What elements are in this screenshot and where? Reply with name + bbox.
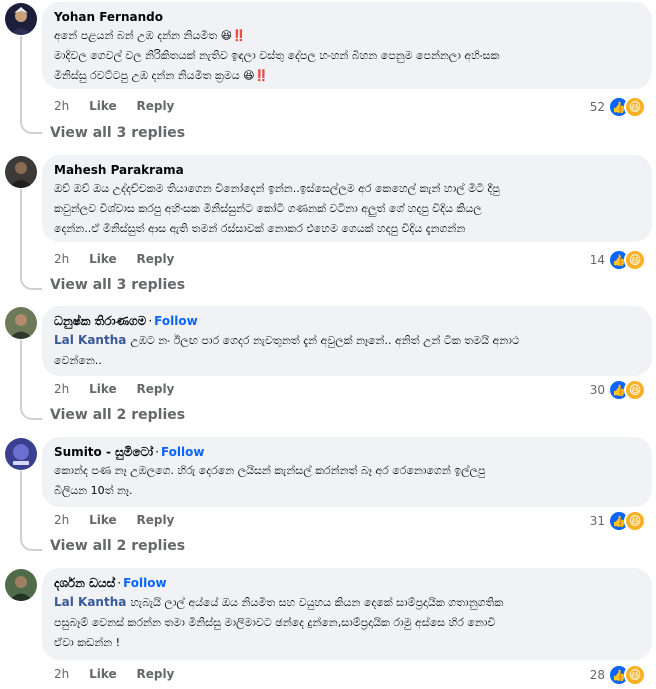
- author-name[interactable]: දර්ශන ඩයස්: [54, 576, 115, 590]
- timestamp[interactable]: 2h: [54, 382, 69, 396]
- reply-button[interactable]: Reply: [136, 513, 174, 527]
- comment-meta: 2h Like Reply: [54, 382, 190, 396]
- like-button[interactable]: Like: [89, 99, 117, 113]
- comment-meta: 2h Like Reply: [54, 667, 190, 681]
- reaction-summary[interactable]: 52 👍 😆: [590, 96, 646, 118]
- comment-text: කොන්ද පණ නෑ උඹලගෙ. හිරු දෙරනෙ ලයිසන් කැන…: [54, 464, 486, 497]
- comment-meta: 2h Like Reply: [54, 99, 190, 113]
- mention-tag[interactable]: Lal Kantha: [54, 333, 126, 347]
- like-button[interactable]: Like: [89, 667, 117, 681]
- thread-line: [20, 189, 22, 279]
- avatar[interactable]: [5, 569, 37, 601]
- thread-curve: [20, 120, 42, 134]
- follow-button[interactable]: Follow: [154, 314, 198, 328]
- author-name[interactable]: Yohan Fernando: [54, 8, 640, 26]
- timestamp[interactable]: 2h: [54, 667, 69, 681]
- reply-button[interactable]: Reply: [136, 252, 174, 266]
- comment-text: ඔව් ඔව් ඔය උද්දච්චකම තියාගෙන විනෝදෙන් ඉන…: [54, 182, 500, 235]
- view-replies-link[interactable]: View all 3 replies: [50, 277, 185, 293]
- reaction-count: 28: [589, 668, 605, 682]
- comment-text: අනේ පළයන් බන් උඹ දන්න නියමිත 😆‼️ මාදිවල …: [54, 29, 500, 82]
- timestamp[interactable]: 2h: [54, 99, 69, 113]
- author-name-row: ධනුෂ්ක තිරාණගම · Follow: [54, 312, 640, 330]
- separator-dot: ·: [155, 445, 159, 459]
- view-replies-link[interactable]: View all 2 replies: [50, 538, 185, 554]
- comment-bubble: ධනුෂ්ක තිරාණගම · Follow Lal Kantha උඹට නං ඊ…: [42, 306, 652, 376]
- comment-meta: 2h Like Reply: [54, 252, 190, 266]
- thread-curve: [20, 276, 42, 290]
- thread-curve: [20, 537, 42, 551]
- author-name-row: දර්ශන ඩයස් · Follow: [54, 574, 640, 592]
- avatar[interactable]: [5, 307, 37, 339]
- comment-bubble: Sumito - සුමිටෝ · Follow කොන්ද පණ නෑ උඹලගෙ…: [42, 437, 652, 507]
- haha-reaction-icon: 😆: [624, 249, 646, 271]
- view-replies-link[interactable]: View all 3 replies: [50, 125, 185, 141]
- reply-button[interactable]: Reply: [136, 99, 174, 113]
- reaction-count: 30: [589, 383, 605, 397]
- reaction-summary[interactable]: 28 👍 😆: [590, 664, 646, 686]
- comment-bubble: Yohan Fernando අනේ පළයන් බන් උඹ දන්න නිය…: [42, 2, 652, 89]
- reaction-summary[interactable]: 14 👍 😆: [590, 249, 646, 271]
- follow-button[interactable]: Follow: [161, 445, 205, 459]
- avatar[interactable]: [5, 3, 37, 35]
- reply-button[interactable]: Reply: [136, 382, 174, 396]
- author-name[interactable]: ධනුෂ්ක තිරාණගම: [54, 314, 146, 328]
- author-name[interactable]: Sumito - සුමිටෝ: [54, 445, 153, 459]
- comment-bubble: Mahesh Parakrama ඔව් ඔව් ඔය උද්දච්චකම ති…: [42, 155, 652, 242]
- reaction-count: 14: [589, 253, 605, 267]
- reply-button[interactable]: Reply: [136, 667, 174, 681]
- thread-line: [20, 340, 22, 410]
- haha-reaction-icon: 😆: [624, 379, 646, 401]
- comment-bubble: දර්ශන ඩයස් · Follow Lal Kantha හැබැයි ලාල් …: [42, 568, 652, 660]
- reaction-count: 52: [589, 100, 605, 114]
- thread-curve: [20, 406, 42, 420]
- comment-text: Lal Kantha හැබැයි ලාල් අය්යේ ඔය නියමිත සහ…: [54, 595, 504, 649]
- reaction-summary[interactable]: 30 👍 😆: [590, 379, 646, 401]
- thread-line: [20, 36, 22, 122]
- reaction-count: 31: [589, 514, 605, 528]
- comment-meta: 2h Like Reply: [54, 513, 190, 527]
- haha-reaction-icon: 😆: [624, 510, 646, 532]
- like-button[interactable]: Like: [89, 382, 117, 396]
- timestamp[interactable]: 2h: [54, 513, 69, 527]
- haha-reaction-icon: 😆: [624, 664, 646, 686]
- like-button[interactable]: Like: [89, 252, 117, 266]
- separator-dot: ·: [148, 314, 153, 328]
- separator-dot: ·: [117, 576, 122, 590]
- avatar[interactable]: [5, 156, 37, 188]
- comment-text: Lal Kantha උඹට නං ඊලඟ පාර ගෙදර නැවතුනත් ද…: [54, 333, 520, 367]
- thread-line: [20, 471, 22, 541]
- author-name-row: Sumito - සුමිටෝ · Follow: [54, 443, 640, 461]
- haha-reaction-icon: 😆: [624, 96, 646, 118]
- reaction-summary[interactable]: 31 👍 😆: [590, 510, 646, 532]
- author-name[interactable]: Mahesh Parakrama: [54, 161, 640, 179]
- avatar[interactable]: [5, 438, 37, 470]
- mention-tag[interactable]: Lal Kantha: [54, 595, 126, 609]
- view-replies-link[interactable]: View all 2 replies: [50, 407, 185, 423]
- timestamp[interactable]: 2h: [54, 252, 69, 266]
- follow-button[interactable]: Follow: [123, 576, 167, 590]
- like-button[interactable]: Like: [89, 513, 117, 527]
